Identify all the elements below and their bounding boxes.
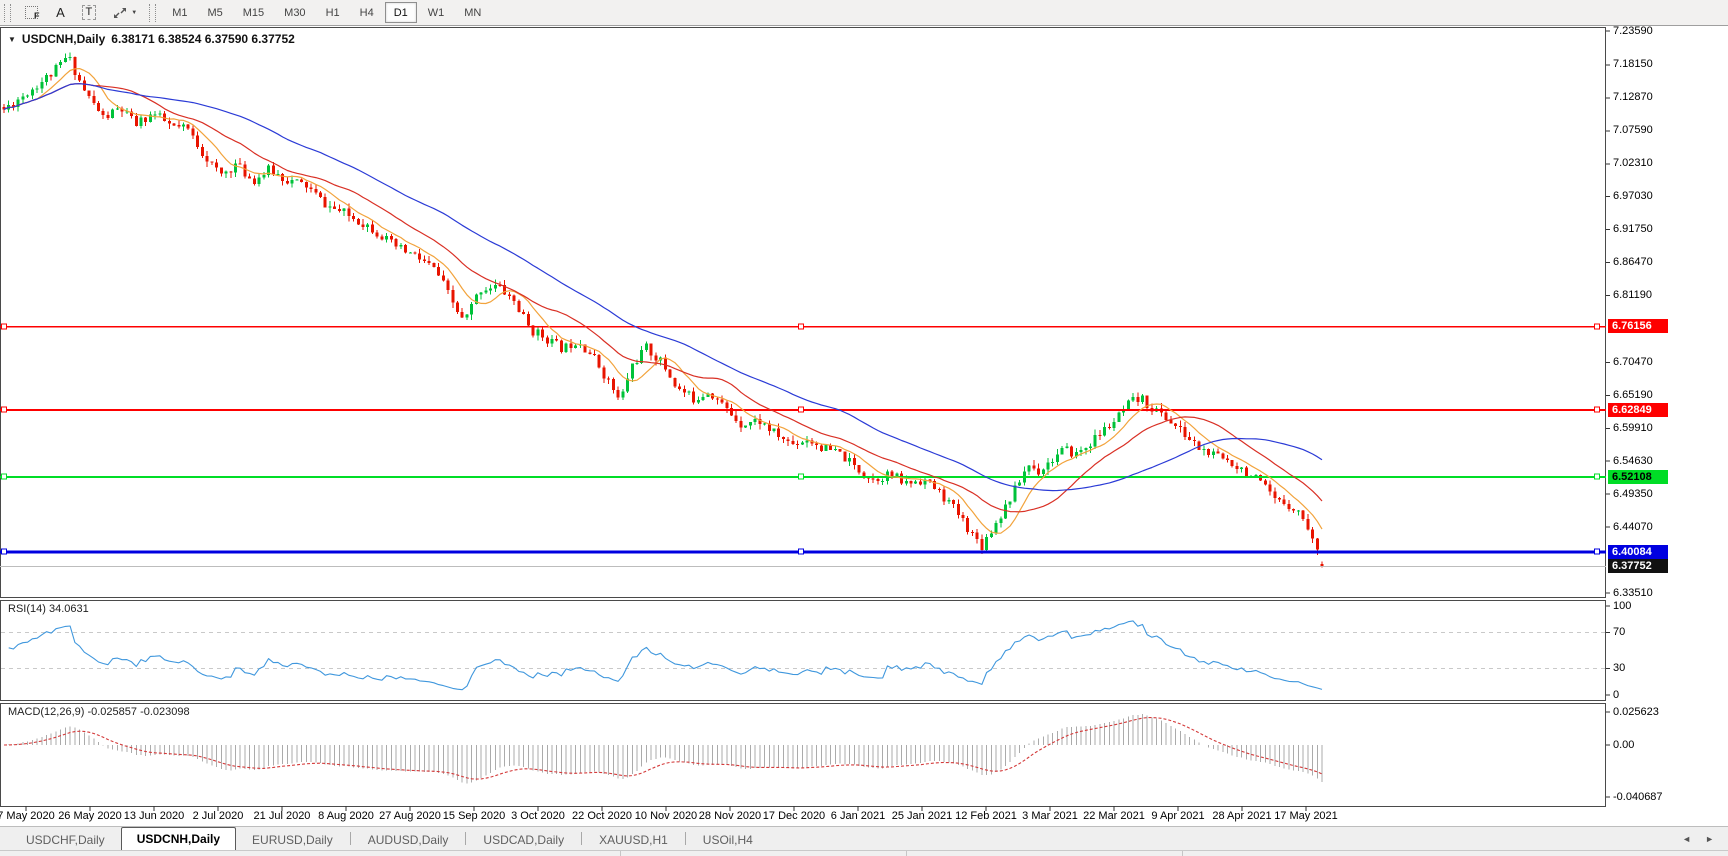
date-label: 17 May 2021: [1274, 810, 1338, 822]
arrows-tool-button[interactable]: ▼: [105, 2, 144, 23]
chart-tab-bar: USDCHF,Daily USDCNH,Daily EURUSD,Daily AUDU…: [0, 826, 1728, 850]
status-cell: [0, 851, 621, 856]
timeframe-button-D1[interactable]: D1: [384, 2, 417, 23]
bid-price-tag: 6.37752: [1608, 559, 1668, 573]
mt4-window: F A T ▼ M1 M5 M15 M30 H1 H4 D1 W1 MN ▼ USDCNH,Da…: [0, 0, 1728, 856]
chart-title: ▼ USDCNH,Daily 6.38171 6.38524 6.37590 6…: [8, 32, 295, 46]
price-axis-label: 6.97030: [1613, 190, 1653, 203]
status-cell: [907, 851, 1183, 856]
price-axis-label: 7.18150: [1613, 58, 1653, 71]
timeframe-button-H1[interactable]: H1: [317, 2, 349, 23]
price-axis-label: 6.59910: [1613, 421, 1653, 434]
chart-tab-audusd[interactable]: AUDUSD,Daily: [352, 829, 465, 850]
chart-tab-usdchf[interactable]: USDCHF,Daily: [10, 829, 121, 850]
hline-price-tag: 6.76156: [1608, 319, 1668, 334]
chart-tab-usoil[interactable]: USOil,H4: [687, 829, 769, 850]
rsi-axis-label: 30: [1613, 661, 1626, 674]
price-axis-label: 6.65190: [1613, 388, 1653, 401]
price-axis-label: 6.44070: [1613, 520, 1653, 533]
dropdown-caret-icon: ▼: [131, 9, 138, 16]
price-axis-label: 7.12870: [1613, 91, 1653, 104]
price-axis-label: 6.81190: [1613, 289, 1652, 301]
tabs-holder: USDCHF,Daily USDCNH,Daily EURUSD,Daily AUDU…: [10, 827, 769, 850]
tab-separator: [581, 832, 583, 845]
macd-label: MACD(12,26,9) -0.025857 -0.023098: [8, 706, 190, 718]
timeframe-button-H4[interactable]: H4: [351, 2, 383, 23]
price-axis-label: 6.70470: [1613, 355, 1653, 368]
price-axis-label: 6.54630: [1613, 454, 1653, 467]
macd-axis-label: 0.00: [1613, 738, 1635, 751]
status-bar: [0, 850, 1728, 856]
price-axis-label: 6.33510: [1613, 586, 1653, 599]
tab-scroll-right-icon[interactable]: ►: [1705, 834, 1714, 844]
hline-price-tag: 6.52108: [1608, 469, 1668, 484]
rsi-axis-label: 70: [1613, 626, 1626, 639]
chart-tab-usdcnh[interactable]: USDCNH,Daily: [120, 827, 237, 850]
timeframe-group: M1 M5 M15 M30 H1 H4 D1 W1 MN: [162, 2, 491, 23]
toolbar-grip-icon[interactable]: [4, 3, 11, 22]
chart-background[interactable]: [0, 26, 1728, 826]
text-a-icon: A: [56, 5, 65, 20]
price-axis-label: 6.49350: [1613, 487, 1653, 500]
tab-scroll-left-icon[interactable]: ◄: [1682, 834, 1691, 844]
toolbar: F A T ▼ M1 M5 M15 M30 H1 H4 D1 W1 MN: [0, 0, 1728, 26]
grid-icon: [25, 6, 38, 19]
text-label-button[interactable]: A: [49, 2, 73, 23]
tab-separator: [349, 832, 351, 845]
price-axis-label: 6.86470: [1613, 256, 1653, 269]
timeframe-button-MN[interactable]: MN: [455, 2, 490, 23]
tab-separator: [465, 832, 467, 845]
macd-axis-label: 0.025623: [1613, 705, 1659, 718]
chart-tab-usdcad[interactable]: USDCAD,Daily: [467, 829, 580, 850]
collapse-indicator-icon[interactable]: ▼: [8, 35, 16, 44]
chart-tab-xauusd[interactable]: XAUUSD,H1: [583, 829, 684, 850]
hline-price-tag: 6.62849: [1608, 402, 1668, 417]
hline-price-tag: 6.40084: [1608, 544, 1668, 559]
price-axis-label: 6.91750: [1613, 223, 1653, 236]
rsi-axis-label: 0: [1613, 688, 1620, 701]
symbol-period-label: USDCNH,Daily: [21, 32, 106, 46]
macd-axis-label: -0.040687: [1613, 790, 1663, 803]
ohlc-values: 6.38171 6.38524 6.37590 6.37752: [111, 32, 295, 46]
rsi-axis-label: 100: [1613, 599, 1632, 612]
timeframe-button-M30[interactable]: M30: [275, 2, 314, 23]
text-t-icon: T: [81, 5, 97, 20]
text-box-button[interactable]: T: [75, 2, 104, 23]
price-axis-label: 7.02310: [1613, 157, 1653, 170]
tab-scroll-buttons: ◄ ►: [1682, 834, 1714, 844]
timeframe-button-M1[interactable]: M1: [163, 2, 196, 23]
objects-grid-button[interactable]: F: [18, 2, 47, 23]
price-axis-label: 7.23590: [1613, 24, 1653, 37]
tab-separator: [684, 832, 686, 845]
chart-tab-eurusd[interactable]: EURUSD,Daily: [236, 829, 349, 850]
toolbar-grip-icon[interactable]: [149, 3, 157, 22]
status-cell: [621, 851, 907, 856]
arrows-icon: [114, 7, 127, 18]
timeframe-button-M5[interactable]: M5: [198, 2, 231, 23]
timeframe-button-M15[interactable]: M15: [234, 2, 273, 23]
timeframe-button-W1[interactable]: W1: [419, 2, 454, 23]
rsi-label: RSI(14) 34.0631: [8, 603, 89, 615]
price-axis-label: 7.07590: [1613, 124, 1653, 137]
